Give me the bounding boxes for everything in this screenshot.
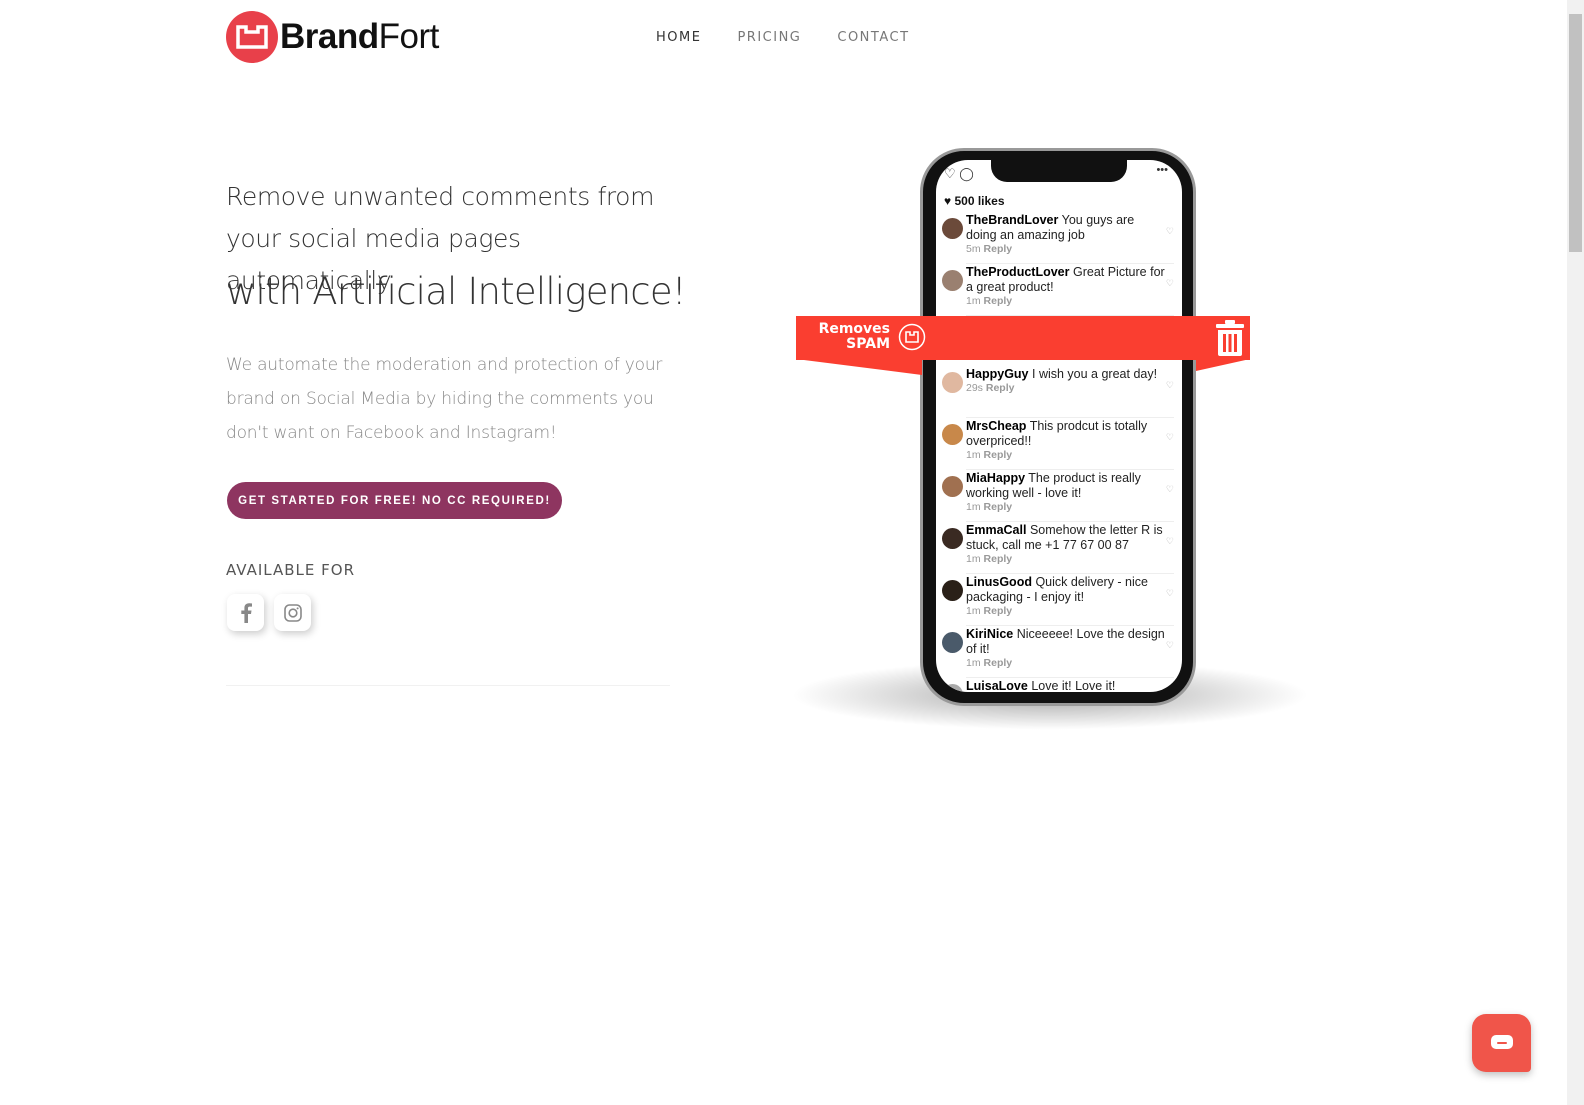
reply-link[interactable]: Reply: [984, 295, 1013, 307]
heart-icon[interactable]: ♡: [1166, 640, 1174, 651]
comment-user[interactable]: HappyGuy: [966, 367, 1029, 381]
trash-icon: [1216, 320, 1244, 356]
avatar: [942, 372, 963, 393]
likes-count: ♥ 500 likes: [944, 194, 1005, 208]
comment-item: MrsCheap This prodcut is totally overpri…: [942, 418, 1174, 470]
comment-time: 1m: [966, 657, 981, 669]
comment-item: HappyGuy I wish you a great day! 29s Rep…: [942, 366, 1174, 418]
comment-user[interactable]: KiriNice: [966, 627, 1013, 641]
instagram-icon: [283, 603, 302, 622]
banner-tail-right: [1196, 359, 1250, 371]
banner-tail-left: [796, 359, 922, 375]
instagram-button[interactable]: [274, 594, 311, 631]
phone-notch: [991, 160, 1127, 182]
avatar: [942, 476, 963, 497]
avatar: [942, 218, 963, 239]
comment-user[interactable]: EmmaCall: [966, 523, 1026, 537]
avatar: [942, 528, 963, 549]
comment-item: LinusGood Quick delivery - nice packagin…: [942, 574, 1174, 626]
heart-icon[interactable]: ♡: [1166, 226, 1174, 237]
brand-logo[interactable]: BrandFort: [226, 11, 439, 63]
get-started-button[interactable]: GET STARTED FOR FREE! NO CC REQUIRED!: [227, 482, 562, 519]
comment-time: 1m: [966, 501, 981, 513]
comment-user[interactable]: TheProductLover: [966, 265, 1070, 279]
heart-icon[interactable]: ♡: [1166, 536, 1174, 547]
fort-logo-icon: [898, 323, 926, 351]
comment-time: 1m: [966, 295, 981, 307]
hero-lead: We automate the moderation and protectio…: [226, 355, 663, 443]
facebook-button[interactable]: [227, 594, 264, 631]
scrollbar[interactable]: [1567, 0, 1584, 1105]
reply-link[interactable]: Reply: [984, 449, 1013, 461]
divider: [226, 685, 670, 686]
heart-icon[interactable]: ♡: [1166, 484, 1174, 495]
reply-link[interactable]: Reply: [984, 501, 1013, 513]
heart-icon[interactable]: ♡: [1166, 588, 1174, 599]
hero-headline-2: with Artificial Intelligence!: [226, 270, 687, 313]
comment-item: TheProductLover Great Picture for a grea…: [942, 264, 1174, 316]
heart-comment-icons: ♡ ◯: [944, 166, 974, 181]
reply-link[interactable]: Reply: [984, 605, 1013, 617]
facebook-icon: [240, 602, 252, 623]
comment-item: MiaHappy The product is really working w…: [942, 470, 1174, 522]
comment-item: KiriNice Niceeeee! Love the design of it…: [942, 626, 1174, 678]
comment-time: 5m: [966, 243, 981, 255]
avatar: [942, 580, 963, 601]
comment-item: TheBrandLover You guys are doing an amaz…: [942, 212, 1174, 264]
reply-link[interactable]: Reply: [984, 243, 1013, 255]
reply-link[interactable]: Reply: [986, 382, 1015, 394]
comment-user[interactable]: LinusGood: [966, 575, 1032, 589]
comment-item: EmmaCall Somehow the letter R is stuck, …: [942, 522, 1174, 574]
avatar: [942, 424, 963, 445]
scrollbar-thumb[interactable]: [1569, 14, 1582, 252]
comment-user[interactable]: TheBrandLover: [966, 213, 1058, 227]
comment-user[interactable]: MrsCheap: [966, 419, 1026, 433]
main-nav: HOME PRICING CONTACT: [656, 30, 910, 45]
heart-icon[interactable]: ♡: [1166, 432, 1174, 443]
fort-logo-icon: [226, 11, 278, 63]
chat-icon: [1490, 1035, 1513, 1049]
heart-icon[interactable]: ♡: [1166, 380, 1174, 391]
avatar: [942, 684, 963, 692]
reply-link[interactable]: Reply: [984, 553, 1013, 565]
comment-user[interactable]: MiaHappy: [966, 471, 1025, 485]
comment-time: 1m: [966, 605, 981, 617]
reply-link[interactable]: Reply: [984, 657, 1013, 669]
nav-contact[interactable]: CONTACT: [837, 30, 909, 45]
nav-pricing[interactable]: PRICING: [737, 30, 801, 45]
comment-time: 1m: [966, 553, 981, 565]
comment-text: Love it! Love it!: [1031, 679, 1116, 692]
comment-text: I wish you a great day!: [1032, 367, 1158, 381]
chat-button[interactable]: [1472, 1014, 1531, 1072]
comment-list: TheBrandLover You guys are doing an amaz…: [936, 212, 1182, 692]
comment-user[interactable]: LuisaLove: [966, 679, 1028, 692]
comment-time: 29s: [966, 382, 983, 394]
avatar: [942, 270, 963, 291]
nav-home[interactable]: HOME: [656, 30, 701, 45]
brand-name: BrandFort: [280, 17, 439, 56]
banner-text: Removes SPAM: [818, 321, 890, 352]
comment-time: 1m: [966, 449, 981, 461]
more-icon: •••: [1156, 164, 1168, 176]
comment-item: LuisaLove Love it! Love it! ♡: [942, 678, 1174, 692]
available-for-label: AVAILABLE FOR: [226, 561, 356, 579]
heart-icon[interactable]: ♡: [1166, 278, 1174, 289]
phone-screen: ♡ ◯ ••• ♥ 500 likes TheBrandLover You gu…: [936, 160, 1182, 692]
avatar: [942, 632, 963, 653]
